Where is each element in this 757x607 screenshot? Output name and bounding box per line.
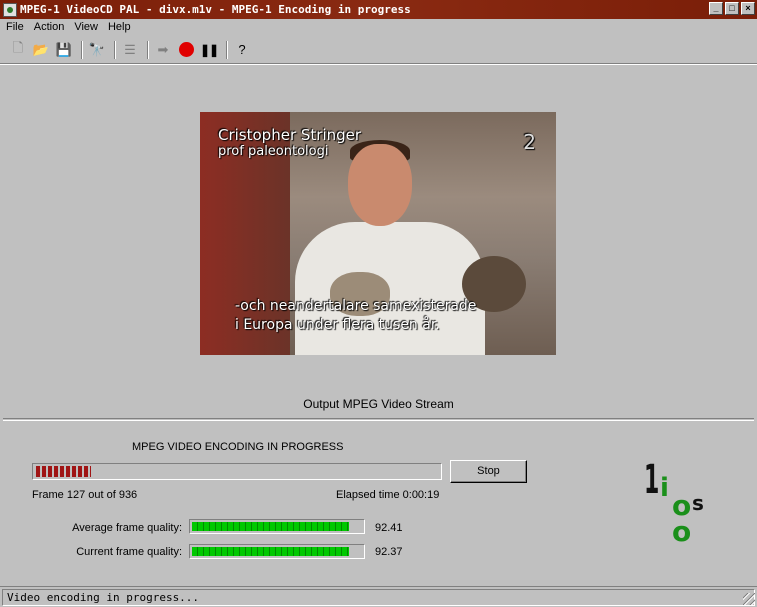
menu-help[interactable]: Help <box>104 21 137 33</box>
logo-part: s <box>692 491 704 515</box>
menu-file[interactable]: File <box>2 21 30 33</box>
toolbar-divider <box>0 64 757 66</box>
cur-quality-bar <box>189 544 365 559</box>
toolbar-separator <box>114 40 116 59</box>
record-icon[interactable] <box>176 40 196 60</box>
video-overlay-name: Cristopher Stringer <box>218 126 362 144</box>
brand-logo: 1 i o s o <box>638 455 728 555</box>
avg-quality-label: Average frame quality: <box>72 522 182 534</box>
maximize-button[interactable]: □ <box>725 2 739 15</box>
video-overlay-title: prof paleontologi <box>218 144 329 159</box>
video-overlay-channel: 2 <box>523 130 536 154</box>
toolbar: 🗋 📂 💾 🔭 ☰ ➡ ❚❚ ? <box>0 36 757 64</box>
elapsed-time: Elapsed time 0:00:19 <box>336 489 440 501</box>
find-icon[interactable]: 🔭 <box>87 40 107 60</box>
resize-grip-icon[interactable] <box>743 593 755 605</box>
toolbar-separator <box>226 40 228 59</box>
video-subtitle-line2: i Europa under flera tusen år. <box>235 317 440 333</box>
app-icon[interactable] <box>3 2 17 17</box>
video-subtitle-line1: -och neandertalare samexisterade <box>235 298 477 314</box>
cur-quality-label: Current frame quality: <box>76 546 182 558</box>
minimize-button[interactable]: _ <box>709 2 723 15</box>
record-dot <box>178 42 194 57</box>
frame-counter: Frame 127 out of 936 <box>32 489 138 501</box>
encoding-progress-bar <box>32 463 442 480</box>
logo-part: i <box>660 473 669 503</box>
logo-part: o <box>672 515 692 548</box>
avg-quality-value: 92.41 <box>375 522 403 534</box>
toolbar-separator <box>81 40 83 59</box>
title-bar: MPEG-1 VideoCD PAL - divx.m1v - MPEG-1 E… <box>0 0 757 19</box>
encoding-heading: MPEG VIDEO ENCODING IN PROGRESS <box>132 441 344 453</box>
menu-bar: File Action View Help <box>0 19 757 34</box>
close-button[interactable]: × <box>741 2 755 15</box>
list-icon[interactable]: ☰ <box>120 40 140 60</box>
stream-label: Output MPEG Video Stream <box>303 397 454 411</box>
status-text: Video encoding in progress... <box>2 589 755 606</box>
pause-icon[interactable]: ❚❚ <box>199 40 219 60</box>
panel-divider <box>3 418 754 421</box>
cur-quality-fill <box>192 547 350 556</box>
help-icon[interactable]: ? <box>232 40 252 60</box>
open-folder-icon[interactable]: 📂 <box>31 40 51 60</box>
toolbar-separator <box>147 40 149 59</box>
video-person-shirt <box>295 222 485 355</box>
logo-part: 1 <box>644 457 660 503</box>
save-icon[interactable]: 💾 <box>54 40 74 60</box>
window-controls: _ □ × <box>709 2 755 15</box>
video-preview: Cristopher Stringer prof paleontologi 2 … <box>200 112 556 355</box>
avg-quality-fill <box>192 522 350 531</box>
menu-view[interactable]: View <box>70 21 104 33</box>
menu-action[interactable]: Action <box>30 21 71 33</box>
arrow-right-icon[interactable]: ➡ <box>153 40 173 60</box>
stop-button[interactable]: Stop <box>450 460 527 483</box>
video-person-head <box>348 144 412 226</box>
cur-quality-value: 92.37 <box>375 546 403 558</box>
encoding-progress-fill <box>36 466 91 477</box>
window-title: MPEG-1 VideoCD PAL - divx.m1v - MPEG-1 E… <box>20 3 411 16</box>
new-file-icon[interactable]: 🗋 <box>8 40 28 60</box>
status-bar: Video encoding in progress... <box>0 586 757 607</box>
avg-quality-bar <box>189 519 365 534</box>
